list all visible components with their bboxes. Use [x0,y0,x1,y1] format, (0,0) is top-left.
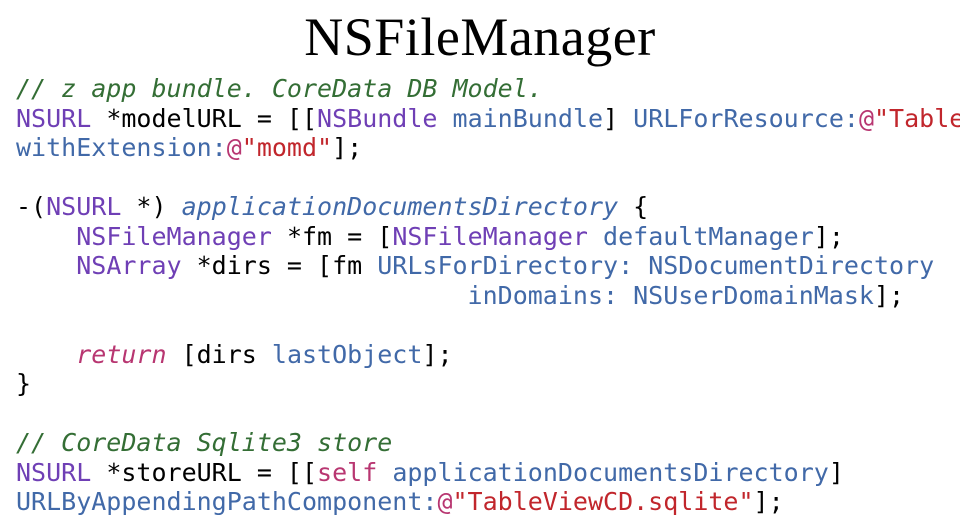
type-nsurl-2: NSURL [46,192,121,221]
text [633,251,648,280]
sel-defaultmanager: defaultManager [603,222,814,251]
type-nsfm-2: NSFileManager [392,222,588,251]
text: ]; [814,222,844,251]
indent [16,222,76,251]
text: ] [603,104,633,133]
const-usermask: NSUserDomainMask [633,281,874,310]
sel-indomains: inDomains: [468,281,619,310]
text: ]; [332,133,362,162]
text: *dirs = [fm [182,251,378,280]
indent [16,281,468,310]
text [437,104,452,133]
type-nsarray: NSArray [76,251,181,280]
sel-appdocdir2: applicationDocumentsDirectory [392,458,829,487]
indent [16,340,76,369]
brace-close: } [16,369,31,398]
text: [dirs [167,340,272,369]
type-nsbundle: NSBundle [317,104,437,133]
sel-lastobject: lastObject [272,340,423,369]
kw-self: self [317,458,377,487]
text: *storeURL = [[ [91,458,317,487]
sel-urlforresource: URLForResource: [633,104,859,133]
text: *modelURL = [[ [91,104,317,133]
text: { [618,192,648,221]
text: ] [829,458,844,487]
comment-1: // z app bundle. CoreData DB Model. [16,74,543,103]
type-nsurl-1: NSURL [16,104,91,133]
text: ]; [874,281,904,310]
type-nsurl-3: NSURL [16,458,91,487]
at-2: @ [227,133,242,162]
at-1: @ [859,104,874,133]
str-2: "momd" [242,133,332,162]
sel-withextension: withExtension: [16,133,227,162]
type-nsfm-1: NSFileManager [76,222,272,251]
comment-2: // CoreData Sqlite3 store [16,428,392,457]
text: -( [16,192,46,221]
text [588,222,603,251]
code-block: // z app bundle. CoreData DB Model. NSUR… [16,74,944,517]
text: ]; [422,340,452,369]
sel-urlsfordir: URLsForDirectory: [377,251,633,280]
slide-title: NSFileManager [16,6,944,68]
str-1: "TableViewCD" [874,104,960,133]
text [377,458,392,487]
sel-mainbundle: mainBundle [453,104,604,133]
indent [16,251,76,280]
const-docdir: NSDocumentDirectory [648,251,934,280]
text: *) [121,192,181,221]
sel-appdocdir: applicationDocumentsDirectory [182,192,619,221]
kw-return: return [76,340,166,369]
text [618,281,633,310]
text: *fm = [ [272,222,392,251]
